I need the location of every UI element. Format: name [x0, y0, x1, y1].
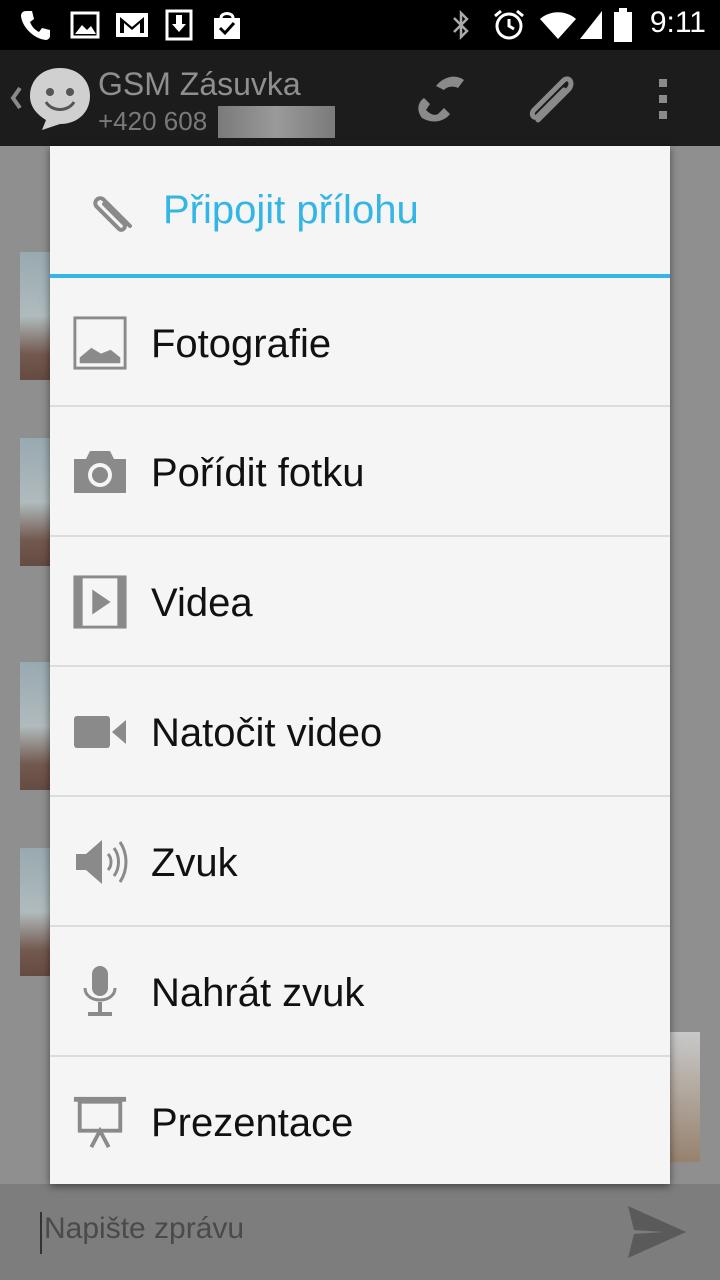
attach-icon	[529, 76, 574, 123]
option-label: Natočit video	[151, 711, 383, 755]
option-photos[interactable]: Fotografie	[50, 278, 670, 408]
status-clock: 9:11	[649, 6, 706, 39]
option-record-audio[interactable]: Nahrát zvuk	[50, 927, 670, 1057]
paperclip-icon	[86, 184, 142, 240]
shopping-bag-icon	[210, 8, 244, 42]
microphone-icon	[72, 962, 128, 1022]
option-take-photo[interactable]: Pořídit fotku	[50, 407, 670, 537]
speaker-icon	[72, 832, 128, 892]
send-button[interactable]	[624, 1200, 688, 1269]
presentation-icon	[72, 1092, 128, 1152]
download-icon	[164, 8, 194, 42]
option-label: Zvuk	[151, 841, 238, 885]
dialog-header: Připojit přílohu	[50, 146, 670, 274]
contact-number: +420 608	[98, 106, 208, 136]
contact-avatar-icon	[30, 68, 90, 130]
status-bar: 9:11	[0, 0, 720, 50]
option-audio[interactable]: Zvuk	[50, 797, 670, 927]
attach-button[interactable]	[520, 66, 584, 130]
wifi-icon	[538, 8, 578, 42]
gmail-icon	[114, 8, 150, 42]
redacted-number	[218, 106, 335, 138]
message-input[interactable]: Napište zprávu	[40, 1212, 604, 1254]
option-videos[interactable]: Videa	[50, 537, 670, 667]
option-label: Prezentace	[151, 1101, 354, 1145]
dialog-title: Připojit přílohu	[163, 188, 419, 232]
back-contact-button[interactable]	[6, 60, 90, 140]
message-input-placeholder: Napište zprávu	[44, 1212, 245, 1245]
option-label: Fotografie	[151, 322, 332, 366]
overflow-menu-icon	[659, 79, 667, 119]
option-label: Videa	[151, 581, 253, 625]
option-label: Nahrát zvuk	[151, 971, 365, 1015]
call-icon	[418, 76, 464, 122]
video-camera-icon	[72, 702, 128, 762]
camera-icon	[72, 442, 128, 502]
phone-icon	[18, 8, 54, 42]
option-label: Pořídit fotku	[151, 451, 365, 495]
message-image-thumbnail[interactable]	[668, 1032, 700, 1162]
photo-icon	[72, 313, 128, 373]
call-button[interactable]	[410, 66, 470, 126]
gallery-icon	[68, 8, 102, 42]
bluetooth-icon	[448, 8, 474, 42]
option-record-video[interactable]: Natočit video	[50, 667, 670, 797]
contact-name: GSM Zásuvka	[98, 66, 301, 102]
alarm-icon	[490, 8, 528, 42]
signal-icon	[578, 8, 604, 42]
battery-icon	[612, 8, 634, 42]
video-icon	[72, 572, 128, 632]
attach-dialog: Připojit přílohu Fotografie Pořídit fotk…	[50, 146, 670, 1184]
option-slideshow[interactable]: Prezentace	[50, 1057, 670, 1187]
overflow-menu-button[interactable]	[648, 76, 678, 122]
send-icon	[628, 1206, 686, 1258]
